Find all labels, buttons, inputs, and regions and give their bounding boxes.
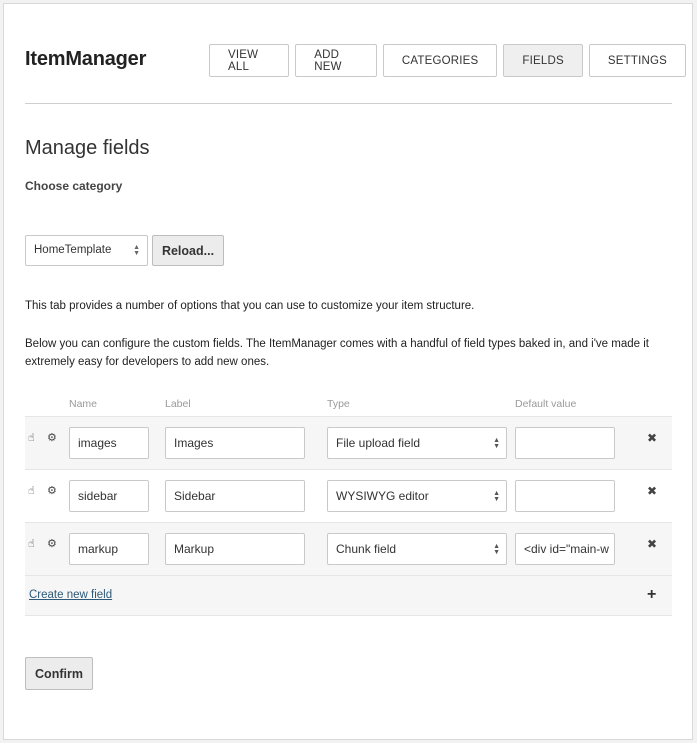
app-brand: ItemManager [25, 48, 147, 70]
select-arrows-icon: ▲ ▼ [493, 490, 500, 503]
nav-settings-button[interactable]: SETTINGS [588, 44, 686, 77]
column-header-label: Label [165, 398, 191, 410]
field-name-input[interactable]: images [69, 427, 149, 459]
field-type-value: Chunk field [336, 542, 397, 556]
create-new-field-link[interactable]: Create new field [29, 589, 112, 601]
field-default-input[interactable]: <div id="main-w [515, 533, 615, 565]
select-arrows-icon: ▲ ▼ [493, 543, 500, 556]
category-select-value: HomeTemplate [34, 244, 112, 256]
field-label-input[interactable]: Sidebar [165, 480, 305, 512]
intro-text: This tab provides a number of options th… [25, 300, 475, 312]
fields-table: ☝ ⚙ images Images File upload field ▲ ▼ ✖… [25, 416, 672, 616]
config-text: Below you can configure the custom field… [25, 338, 649, 368]
field-default-input[interactable] [515, 427, 615, 459]
choose-category-label: Choose category [25, 179, 123, 193]
field-row: ☝ ⚙ markup Markup Chunk field ▲ ▼ <div id… [25, 522, 672, 575]
main-nav: VIEW ALL ADD NEW CATEGORIES FIELDS SETTI… [209, 44, 692, 77]
field-type-select[interactable]: File upload field ▲ ▼ [327, 427, 507, 459]
page-title: Manage fields [25, 137, 150, 159]
confirm-button[interactable]: Confirm [25, 657, 93, 690]
plus-icon[interactable]: + [647, 586, 656, 604]
nav-add-new-button[interactable]: ADD NEW [295, 44, 377, 77]
hand-pointer-icon[interactable]: ☝ [28, 537, 35, 550]
hand-pointer-icon[interactable]: ☝ [28, 484, 35, 497]
header-divider [25, 103, 672, 104]
category-select[interactable]: HomeTemplate ▲ ▼ [25, 235, 148, 266]
reload-button[interactable]: Reload... [152, 235, 224, 266]
close-icon[interactable]: ✖ [647, 431, 657, 445]
field-type-value: WYSIWYG editor [336, 489, 429, 503]
field-row: ☝ ⚙ images Images File upload field ▲ ▼ ✖ [25, 416, 672, 469]
close-icon[interactable]: ✖ [647, 537, 657, 551]
column-header-name: Name [69, 398, 98, 410]
field-label-input[interactable]: Markup [165, 533, 305, 565]
select-arrows-icon: ▲ ▼ [133, 244, 140, 257]
field-row: ☝ ⚙ sidebar Sidebar WYSIWYG editor ▲ ▼ ✖ [25, 469, 672, 522]
main-panel: ItemManager VIEW ALL ADD NEW CATEGORIES … [3, 3, 693, 740]
nav-view-all-button[interactable]: VIEW ALL [209, 44, 290, 77]
gears-icon[interactable]: ⚙ [47, 431, 57, 444]
field-label-input[interactable]: Images [165, 427, 305, 459]
gears-icon[interactable]: ⚙ [47, 537, 57, 550]
nav-fields-button[interactable]: FIELDS [503, 44, 583, 77]
field-default-input[interactable] [515, 480, 615, 512]
create-field-row: Create new field + [25, 575, 672, 616]
close-icon[interactable]: ✖ [647, 484, 657, 498]
field-type-value: File upload field [336, 436, 421, 450]
column-header-type: Type [327, 398, 350, 410]
select-arrows-icon: ▲ ▼ [493, 437, 500, 450]
gears-icon[interactable]: ⚙ [47, 484, 57, 497]
field-type-select[interactable]: WYSIWYG editor ▲ ▼ [327, 480, 507, 512]
nav-categories-button[interactable]: CATEGORIES [382, 44, 498, 77]
field-type-select[interactable]: Chunk field ▲ ▼ [327, 533, 507, 565]
field-name-input[interactable]: sidebar [69, 480, 149, 512]
field-name-input[interactable]: markup [69, 533, 149, 565]
hand-pointer-icon[interactable]: ☝ [28, 431, 35, 444]
column-header-default-value: Default value [515, 398, 577, 410]
